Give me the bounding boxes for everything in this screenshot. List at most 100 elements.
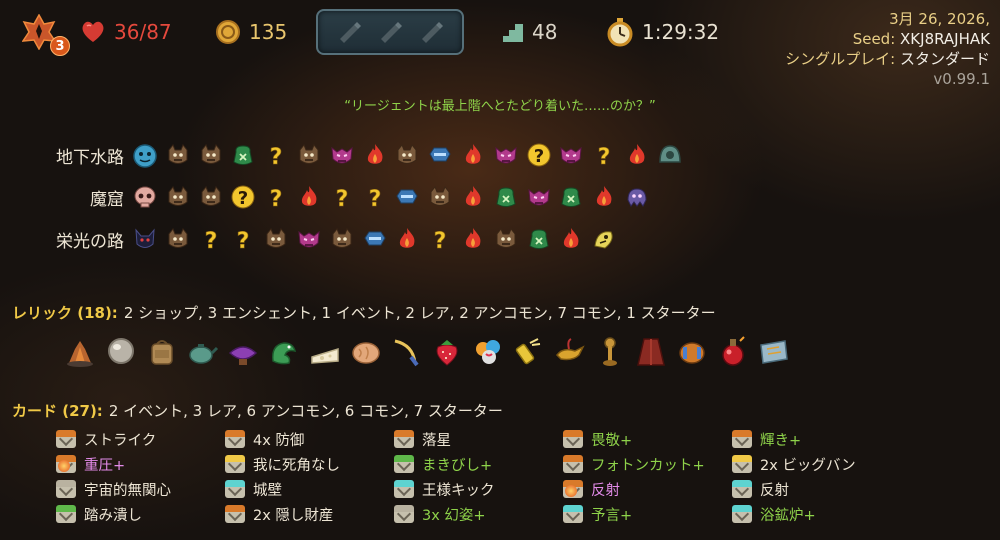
map-node-unknown[interactable]: ?: [360, 182, 390, 212]
map-node-unknown-elite[interactable]: ?: [524, 140, 554, 170]
map-node-merchant[interactable]: [228, 140, 258, 170]
map-node-rest[interactable]: [360, 140, 390, 170]
map-node-boss-skull[interactable]: [130, 182, 160, 212]
relic-red-potion[interactable]: [713, 332, 753, 372]
map-node-boss-blue[interactable]: [130, 140, 160, 170]
unknown-elite-icon: ?: [231, 185, 255, 209]
map-node-monster[interactable]: [163, 182, 193, 212]
map-node-rest[interactable]: [556, 224, 586, 254]
card-name: 畏敬+: [591, 432, 633, 449]
map-node-merchant[interactable]: [491, 182, 521, 212]
map-node-elite[interactable]: [524, 182, 554, 212]
map-node-merchant[interactable]: [556, 182, 586, 212]
relic-bread[interactable]: [346, 332, 386, 372]
card-entry[interactable]: 4x 防御: [225, 427, 304, 451]
card-entry[interactable]: 踏み潰し: [56, 502, 142, 526]
map-node-treasure[interactable]: [392, 182, 422, 212]
map-node-unknown[interactable]: ?: [589, 140, 619, 170]
map-node-rest[interactable]: [622, 140, 652, 170]
map-node-monster[interactable]: [425, 182, 455, 212]
map-node-rest[interactable]: [458, 182, 488, 212]
map-node-rest[interactable]: [458, 224, 488, 254]
card-entry[interactable]: 城壁: [225, 477, 282, 501]
relic-whip[interactable]: [386, 332, 426, 372]
potion-slot-2[interactable]: [374, 16, 406, 48]
map-node-boss-teal[interactable]: [655, 140, 685, 170]
relic-purple-cushion[interactable]: [223, 332, 263, 372]
fuse-icon: [515, 338, 540, 365]
card-entry[interactable]: 輝き+: [732, 427, 801, 451]
map-node-monster[interactable]: [196, 182, 226, 212]
map-node-boss-dark[interactable]: [130, 224, 160, 254]
relic-green-dragon[interactable]: [264, 332, 304, 372]
map-node-unknown[interactable]: ?: [196, 224, 226, 254]
map-node-rest[interactable]: [294, 182, 324, 212]
gold-display[interactable]: 135: [215, 16, 287, 48]
map-node-merchant[interactable]: [524, 224, 554, 254]
card-entry[interactable]: 2x 隠し財産: [225, 502, 333, 526]
whip-icon: [394, 339, 419, 367]
relic-teapot[interactable]: [182, 332, 222, 372]
floor-display[interactable]: 48: [502, 16, 557, 48]
map-node-unknown[interactable]: ?: [425, 224, 455, 254]
map-node-elite[interactable]: [327, 140, 357, 170]
relic-barrel[interactable]: [672, 332, 712, 372]
map-node-unknown[interactable]: ?: [228, 224, 258, 254]
card-entry[interactable]: 浴鉱炉+: [732, 502, 816, 526]
map-node-unknown[interactable]: ?: [327, 182, 357, 212]
card-entry[interactable]: 3x 幻姿+: [394, 502, 486, 526]
map-node-treasure[interactable]: [425, 140, 455, 170]
character-badge[interactable]: 3: [18, 12, 70, 56]
relic-strawberry[interactable]: [427, 332, 467, 372]
map-node-rest[interactable]: [589, 182, 619, 212]
timer-display[interactable]: 1:29:32: [606, 16, 719, 48]
card-entry[interactable]: ストライク: [56, 427, 156, 451]
map-node-monster[interactable]: [327, 224, 357, 254]
relic-glass-orb[interactable]: [101, 332, 141, 372]
map-node-boss-yellow[interactable]: [589, 224, 619, 254]
potion-slot-1[interactable]: [333, 16, 365, 48]
card-entry[interactable]: 宇宙的無関心: [56, 477, 171, 501]
act-row-2: 魔窟 ????: [20, 180, 655, 214]
card-entry[interactable]: 王様キック: [394, 477, 495, 501]
card-entry[interactable]: フォトンカット+: [563, 452, 705, 476]
map-node-unknown[interactable]: ?: [261, 140, 291, 170]
potion-slot-3[interactable]: [415, 16, 447, 48]
card-entry[interactable]: 畏敬+: [563, 427, 632, 451]
relic-ember-stone[interactable]: [60, 332, 100, 372]
map-node-monster[interactable]: [294, 140, 324, 170]
map-node-monster[interactable]: [163, 224, 193, 254]
relic-candy[interactable]: [468, 332, 508, 372]
hp-display[interactable]: 36/87: [80, 16, 172, 48]
card-entry[interactable]: 反射: [732, 477, 789, 501]
card-entry[interactable]: 重圧+: [56, 452, 125, 476]
map-node-unknown[interactable]: ?: [261, 182, 291, 212]
card-entry[interactable]: 我に死角なし: [225, 452, 340, 476]
card-entry[interactable]: 反射: [563, 477, 620, 501]
map-node-unknown-elite[interactable]: ?: [228, 182, 258, 212]
map-node-elite[interactable]: [491, 140, 521, 170]
card-entry[interactable]: まきびし+: [394, 452, 492, 476]
card-entry[interactable]: 落星: [394, 427, 451, 451]
map-node-rest[interactable]: [458, 140, 488, 170]
map-node-treasure[interactable]: [360, 224, 390, 254]
card-entry[interactable]: 予言+: [563, 502, 632, 526]
relic-backpack[interactable]: [142, 332, 182, 372]
map-node-elite[interactable]: [556, 140, 586, 170]
card-entry[interactable]: 2x ビッグバン: [732, 452, 856, 476]
map-node-rest[interactable]: [392, 224, 422, 254]
map-node-monster[interactable]: [491, 224, 521, 254]
relic-wooden-tool[interactable]: [590, 332, 630, 372]
map-node-monster[interactable]: [261, 224, 291, 254]
relic-cheese[interactable]: [305, 332, 345, 372]
map-node-elite[interactable]: [294, 224, 324, 254]
relic-red-cape[interactable]: [631, 332, 671, 372]
seed-value[interactable]: XKJ8RAJHAK: [900, 30, 990, 48]
map-node-boss-purple[interactable]: [622, 182, 652, 212]
relic-scroll-map[interactable]: [754, 332, 794, 372]
relic-magic-lamp[interactable]: [550, 332, 590, 372]
relic-fuse[interactable]: [509, 332, 549, 372]
map-node-monster[interactable]: [392, 140, 422, 170]
map-node-monster[interactable]: [163, 140, 193, 170]
map-node-monster[interactable]: [196, 140, 226, 170]
